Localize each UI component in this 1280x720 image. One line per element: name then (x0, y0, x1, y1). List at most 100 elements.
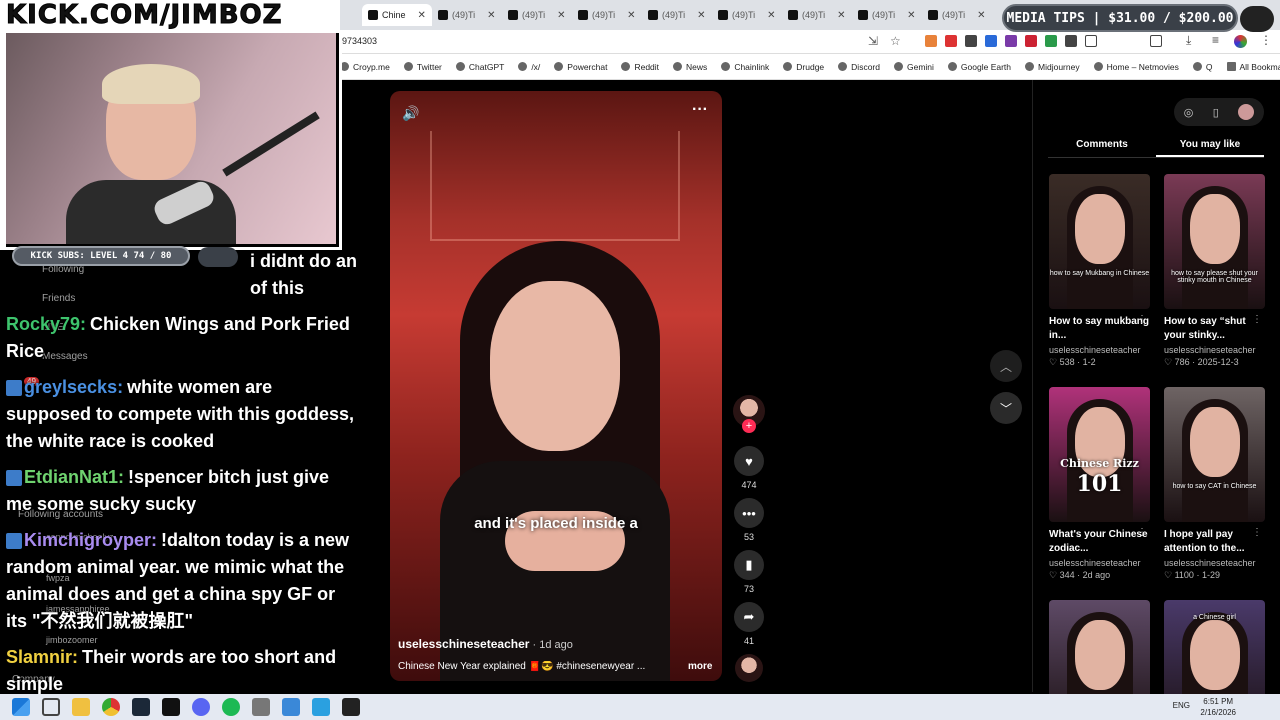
card-author[interactable]: uselesschineseteacher (1049, 558, 1151, 568)
menu-kebab-icon[interactable]: ⋮ (1260, 33, 1272, 47)
browser-tab[interactable]: (49)Ti ✕ (432, 4, 502, 26)
close-tab-icon[interactable]: ✕ (977, 10, 985, 21)
bookmark-item[interactable]: Chainlink (721, 62, 769, 72)
volume-icon[interactable]: 🔊 (402, 105, 419, 122)
browser-tab[interactable]: (49)Ti ✕ (712, 4, 782, 26)
system-clock[interactable]: 6:51 PM 2/16/2026 (1200, 696, 1236, 718)
card-title[interactable]: What's your Chinese zodiac... (1049, 528, 1151, 556)
browser-tab[interactable]: (49)Ti ✕ (782, 4, 852, 26)
sidebar-icon[interactable] (1150, 35, 1162, 47)
close-tab-icon[interactable]: ✕ (837, 10, 845, 21)
share-arrow-icon[interactable]: ➦ (734, 602, 764, 632)
user-avatar[interactable] (1238, 104, 1255, 120)
next-video-button[interactable]: ﹀ (990, 392, 1022, 424)
extension-icon[interactable] (1045, 35, 1057, 47)
bookmark-item[interactable]: Drudge (783, 62, 824, 72)
reading-list-icon[interactable]: ≡ (1212, 33, 1219, 47)
card-more-icon[interactable]: ⋮ (1252, 314, 1262, 325)
like-action[interactable]: ♥ 474 (734, 446, 764, 490)
spotify-icon[interactable] (222, 698, 240, 716)
extension-icon[interactable] (1065, 35, 1077, 47)
extension-icon[interactable] (985, 35, 997, 47)
video-author-name[interactable]: uselesschineseteacher (398, 637, 529, 651)
bookmark-item[interactable]: ChatGPT (455, 62, 504, 72)
tab-you-may-like[interactable]: You may like (1156, 136, 1264, 157)
video-author[interactable]: uselesschineseteacher · 1d ago (398, 637, 573, 651)
download-icon[interactable]: ⤓ (1186, 33, 1191, 48)
share-action[interactable]: ➦ 41 (734, 602, 764, 646)
chat-username[interactable]: Kimchigroyper: (24, 530, 157, 550)
extension-icon[interactable] (965, 35, 977, 47)
bookmark-item[interactable]: Discord (838, 62, 880, 72)
profile-avatar[interactable] (1234, 35, 1247, 48)
video-thumbnail[interactable]: how to say CAT in Chinese (1164, 387, 1265, 522)
bookmark-icon[interactable]: ▮ (734, 550, 764, 580)
close-tab-icon[interactable]: ✕ (907, 10, 915, 21)
bookmark-item[interactable]: Twitter (403, 62, 442, 72)
bookmark-item[interactable]: Powerchat (554, 62, 607, 72)
browser-tab[interactable]: (49)Ti ✕ (922, 4, 992, 26)
recommended-video-card[interactable]: how to say Mukbang in Chinese How to say … (1049, 174, 1151, 368)
extension-icon[interactable] (1025, 35, 1037, 47)
close-tab-icon[interactable]: ✕ (557, 10, 565, 21)
bookmark-item[interactable]: Google Earth (947, 62, 1011, 72)
bookmark-item[interactable]: Croyp.me (340, 62, 390, 72)
chat-username[interactable]: Rocky79: (6, 314, 86, 334)
sound-disc-avatar[interactable] (735, 654, 763, 682)
chat-username[interactable]: EtdianNat1: (24, 467, 124, 487)
browser-tab[interactable]: (49)Ti ✕ (852, 4, 922, 26)
close-tab-icon[interactable]: ✕ (627, 10, 635, 21)
telegram-icon[interactable] (312, 698, 330, 716)
more-options-icon[interactable]: ··· (692, 101, 708, 119)
card-more-icon[interactable]: ⋮ (1252, 527, 1262, 538)
bookmark-item[interactable]: Q (1192, 62, 1213, 72)
card-author[interactable]: uselesschineseteacher (1164, 345, 1266, 355)
bookmark-item[interactable]: Reddit (621, 62, 659, 72)
previous-video-button[interactable]: ︿ (990, 350, 1022, 382)
bookmark-item[interactable]: /x/ (518, 62, 540, 72)
extension-icon[interactable] (945, 35, 957, 47)
chrome-icon[interactable] (102, 698, 120, 716)
bookmark-item[interactable]: Home – Netmovies (1093, 62, 1179, 72)
discord-icon[interactable] (192, 698, 210, 716)
card-title[interactable]: How to say mukbang in... (1049, 315, 1151, 343)
browser-tab[interactable]: Chine ✕ (362, 4, 432, 26)
steam-icon[interactable] (132, 698, 150, 716)
windows-start-icon[interactable] (12, 698, 30, 716)
video-thumbnail[interactable]: how to say please shut your stinky mouth… (1164, 174, 1265, 309)
address-bar[interactable]: 9734303 ⇲ ☆ ⤓ ≡ ⋮ (340, 30, 1280, 54)
follow-plus-icon[interactable]: + (742, 419, 756, 433)
video-player[interactable]: 🔊 ··· and it's placed inside a uselessch… (390, 91, 722, 681)
file-explorer-icon[interactable] (72, 698, 90, 716)
comment-action[interactable]: ••• 53 (734, 498, 764, 542)
bookmark-item[interactable]: News (673, 62, 707, 72)
close-tab-icon[interactable]: ✕ (697, 10, 705, 21)
close-tab-icon[interactable]: ✕ (767, 10, 775, 21)
all-bookmarks[interactable]: All Bookmarks (1226, 62, 1280, 72)
browser-tab[interactable]: (49)Ti ✕ (502, 4, 572, 26)
card-author[interactable]: uselesschineseteacher (1164, 558, 1266, 568)
heart-icon[interactable]: ♥ (734, 446, 764, 476)
close-tab-icon[interactable]: ✕ (418, 10, 426, 21)
recommended-video-card[interactable]: how to say please shut your stinky mouth… (1164, 174, 1266, 368)
save-action[interactable]: ▮ 73 (734, 550, 764, 594)
browser-tab[interactable]: (49)Ti ✕ (572, 4, 642, 26)
card-author[interactable]: uselesschineseteacher (1049, 345, 1151, 355)
card-title[interactable]: I hope yall pay attention to the... (1164, 528, 1266, 556)
recommended-video-card[interactable]: how to say CAT in Chinese I hope yall pay… (1164, 387, 1266, 581)
video-thumbnail[interactable]: how to say Mukbang in Chinese (1049, 174, 1150, 309)
extension-icon[interactable] (1005, 35, 1017, 47)
recommended-video-card[interactable]: Chinese Rizz 101 What's your Chinese zodia… (1049, 387, 1151, 581)
app-icon[interactable] (282, 698, 300, 716)
chat-username[interactable]: greylsecks: (24, 377, 123, 397)
star-icon[interactable]: ☆ (890, 34, 901, 48)
comment-icon[interactable]: ••• (734, 498, 764, 528)
close-tab-icon[interactable]: ✕ (487, 10, 495, 21)
install-icon[interactable]: ⇲ (868, 34, 878, 48)
phone-icon[interactable]: ▯ (1213, 106, 1219, 119)
language-indicator[interactable]: ENG (1173, 701, 1190, 710)
extension-icon[interactable] (925, 35, 937, 47)
kick-icon[interactable] (162, 698, 180, 716)
caption-more-link[interactable]: more (688, 661, 712, 672)
extensions-puzzle-icon[interactable] (1085, 35, 1097, 47)
